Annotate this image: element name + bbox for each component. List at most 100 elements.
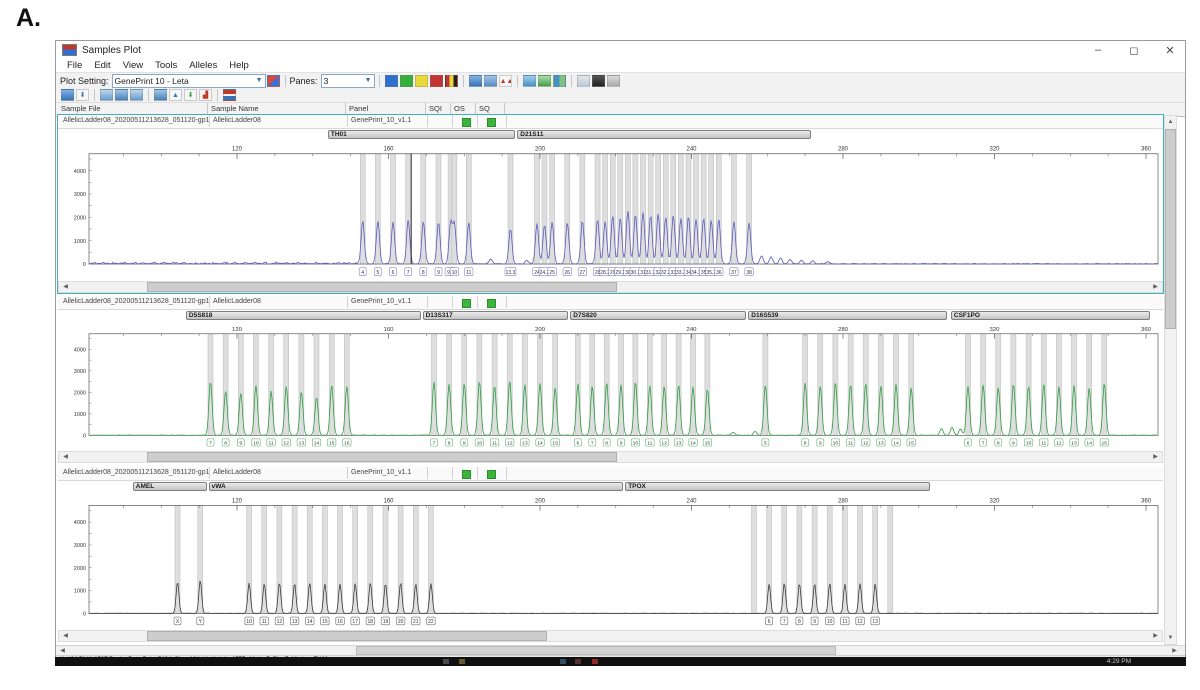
marker-bar-d13s317[interactable]: D13S317	[423, 311, 569, 320]
electropherogram-plot[interactable]: 12016020024028032036001000200030004000XY…	[58, 493, 1163, 630]
svg-text:27: 27	[580, 270, 586, 276]
electropherogram-plot[interactable]: 1201602002402803203600100020003000400078…	[58, 322, 1163, 451]
column-header-os[interactable]: OS	[451, 103, 476, 115]
allele-labels-group[interactable]: 4567899.3101113.32424.22526272828.22929.…	[359, 268, 753, 276]
panes-combobox[interactable]: 3 ▼	[321, 74, 375, 88]
plot-setting-combobox[interactable]: GenePrint 10 - Leta ▼	[112, 74, 266, 88]
table-view-icon[interactable]	[469, 75, 482, 87]
marker-bar-tpox[interactable]: TPOX	[625, 482, 930, 491]
marker-bar-d21s11[interactable]: D21S11	[517, 130, 811, 139]
peak-up-icon[interactable]: ▲	[169, 89, 182, 101]
taskbar-icon[interactable]	[560, 659, 566, 664]
scroll-up-icon[interactable]: ▲	[1165, 116, 1176, 128]
column-header-sample-name[interactable]: Sample Name	[208, 103, 346, 115]
scroll-left-icon[interactable]: ◀	[59, 631, 72, 641]
marker-bar-d7s820[interactable]: D7S820	[570, 311, 746, 320]
pane-sample-row[interactable]: AllelicLadder08_20200511213628_051120-gp…	[58, 296, 1163, 310]
taskbar-icon[interactable]	[592, 659, 598, 664]
plot-table-icon[interactable]	[484, 75, 497, 87]
gel-image-icon[interactable]	[592, 75, 605, 87]
scroll-left-icon[interactable]: ◀	[59, 452, 72, 462]
peak-down-icon[interactable]: ⬇	[184, 89, 197, 101]
arrow-down-icon[interactable]: ⬇	[76, 89, 89, 101]
close-button[interactable]: ✕	[1163, 44, 1177, 57]
svg-text:11: 11	[848, 440, 853, 446]
os-pass-indicator	[462, 470, 471, 479]
window-title: Samples Plot	[82, 45, 141, 56]
marker-bar-d16s539[interactable]: D16S539	[748, 311, 947, 320]
dye-blue-icon[interactable]	[385, 75, 398, 87]
scroll-right-icon[interactable]: ▶	[1149, 452, 1162, 462]
marker-bar-amel[interactable]: AMEL	[133, 482, 207, 491]
plot-settings-editor-icon[interactable]	[267, 75, 280, 87]
pane-sample-row[interactable]: AllelicLadder08_20200511213628_051120-gp…	[58, 467, 1163, 481]
windows-taskbar[interactable]: 4:29 PM	[55, 657, 1186, 666]
plot-box	[89, 154, 1158, 264]
electropherogram-plot[interactable]: 1201602002402803203600100020003000400045…	[58, 141, 1163, 281]
zoom-full-icon[interactable]	[115, 89, 128, 101]
menu-item-help[interactable]: Help	[223, 60, 255, 71]
ladder-icon[interactable]	[223, 89, 236, 101]
allele-labels-group[interactable]: XY10111213141516171819202122678910111213	[174, 617, 879, 625]
sample-pane-1[interactable]: AllelicLadder08_20200511213628_051120-gp…	[58, 115, 1163, 293]
title-bar[interactable]: Samples Plot – ◻ ✕	[56, 41, 1185, 59]
maximize-button[interactable]: ◻	[1127, 44, 1141, 57]
pane-horizontal-scrollbar[interactable]: ◀ ▶	[58, 281, 1163, 293]
marker-bar-vwa[interactable]: vWA	[209, 482, 624, 491]
marker-bar-row: D5S818D13S317D7S820D16S539 CSF1PO	[58, 310, 1163, 322]
menu-item-tools[interactable]: Tools	[149, 60, 183, 71]
baseline-icon[interactable]: ▟	[199, 89, 212, 101]
scale-plot-icon[interactable]	[154, 89, 167, 101]
taskbar-icon[interactable]	[575, 659, 581, 664]
size-standard-icon[interactable]	[61, 89, 74, 101]
svg-text:240: 240	[686, 327, 697, 333]
sample-pane-2[interactable]: AllelicLadder08_20200511213628_051120-gp…	[58, 296, 1163, 463]
column-header-sample-file[interactable]: Sample File	[58, 103, 208, 115]
taskbar-icon[interactable]	[459, 659, 465, 664]
report-icon[interactable]	[577, 75, 590, 87]
vertical-scrollbar[interactable]: ▲ ▼	[1164, 115, 1177, 645]
electropherogram-trace[interactable]	[89, 211, 1158, 264]
dye-green-icon[interactable]	[400, 75, 413, 87]
minimize-button[interactable]: –	[1091, 44, 1105, 56]
allele-labels-group[interactable]: 7891011121314151678910111213141567891011…	[207, 439, 1109, 447]
svg-text:15: 15	[705, 440, 711, 446]
marker-bar-csf1po[interactable]: CSF1PO	[951, 311, 1150, 320]
column-header-sq[interactable]: SQ	[476, 103, 505, 115]
pane-horizontal-scrollbar[interactable]: ◀ ▶	[58, 451, 1163, 463]
pane-hscroll-thumb[interactable]	[147, 452, 617, 462]
pane-layout-icon[interactable]	[523, 75, 536, 87]
menu-item-edit[interactable]: Edit	[88, 60, 116, 71]
vertical-scrollbar-thumb[interactable]	[1165, 129, 1176, 329]
sample-pane-3[interactable]: AllelicLadder08_20200511213628_051120-gp…	[58, 467, 1163, 642]
column-header-sqi[interactable]: SQI	[426, 103, 451, 115]
show-peaks-icon[interactable]: ▲▲	[499, 75, 512, 87]
window-hscroll-thumb[interactable]	[356, 646, 836, 655]
zoom-x-icon[interactable]	[100, 89, 113, 101]
pane-hscroll-thumb[interactable]	[147, 631, 547, 641]
marker-bar-d5s818[interactable]: D5S818	[186, 311, 421, 320]
column-header-panel[interactable]: Panel	[346, 103, 426, 115]
scroll-left-icon[interactable]: ◀	[59, 282, 72, 292]
print-icon[interactable]	[607, 75, 620, 87]
menu-item-file[interactable]: File	[61, 60, 88, 71]
pane-overlay-icon[interactable]	[538, 75, 551, 87]
menu-item-view[interactable]: View	[117, 60, 149, 71]
scroll-right-icon[interactable]: ▶	[1149, 282, 1162, 292]
svg-text:120: 120	[232, 327, 243, 333]
dye-red-icon[interactable]	[430, 75, 443, 87]
svg-text:160: 160	[383, 327, 394, 333]
pane-hscroll-thumb[interactable]	[147, 282, 617, 292]
pane-horizontal-scrollbar[interactable]: ◀ ▶	[58, 630, 1163, 642]
menu-item-alleles[interactable]: Alleles	[183, 60, 223, 71]
scroll-right-icon[interactable]: ▶	[1149, 631, 1162, 641]
dye-all-icon[interactable]	[445, 75, 458, 87]
pane-split-icon[interactable]	[553, 75, 566, 87]
dye-yellow-icon[interactable]	[415, 75, 428, 87]
svg-text:10: 10	[827, 619, 833, 625]
marker-bar-th01[interactable]: TH01	[328, 130, 516, 139]
zoom-y-icon[interactable]	[130, 89, 143, 101]
scroll-down-icon[interactable]: ▼	[1165, 632, 1176, 644]
pane-sample-row[interactable]: AllelicLadder08_20200511213628_051120-gp…	[58, 115, 1163, 129]
taskbar-icon[interactable]	[443, 659, 449, 664]
